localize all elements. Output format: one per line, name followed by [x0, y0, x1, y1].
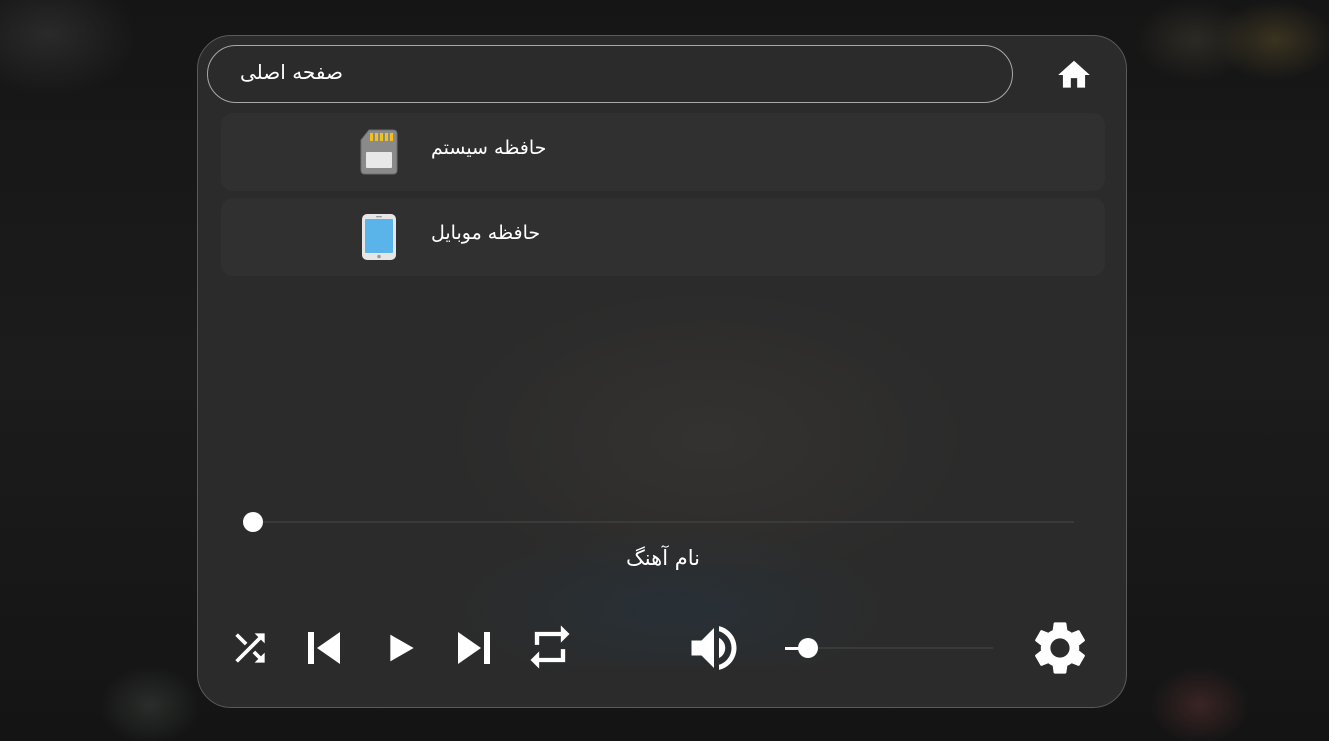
settings-icon[interactable]	[1028, 616, 1092, 680]
play-icon[interactable]	[382, 628, 422, 668]
path-label: صفحه اصلی	[240, 60, 343, 84]
panel-background-glow	[358, 286, 1058, 666]
next-icon[interactable]	[450, 624, 498, 672]
shuffle-icon[interactable]	[228, 626, 272, 670]
list-item-label: حافظه سیستم	[431, 137, 547, 159]
file-browser-player-panel: صفحه اصلی حافظه سیستم حافظه موبایل نام آ…	[197, 35, 1127, 708]
sd-card-icon	[360, 129, 398, 175]
seek-bar-thumb[interactable]	[243, 512, 263, 532]
seek-bar-track[interactable]	[254, 521, 1074, 523]
home-icon[interactable]	[1055, 56, 1093, 94]
list-item-label: حافظه موبایل	[431, 222, 541, 244]
repeat-icon[interactable]	[524, 621, 576, 673]
mobile-phone-icon	[362, 214, 396, 260]
list-item-system-storage[interactable]: حافظه سیستم	[221, 113, 1105, 191]
volume-slider-thumb[interactable]	[798, 638, 818, 658]
previous-icon[interactable]	[300, 624, 348, 672]
volume-icon[interactable]	[684, 618, 744, 678]
path-bar[interactable]: صفحه اصلی	[207, 45, 1013, 103]
song-title: نام آهنگ	[626, 546, 700, 570]
list-item-mobile-storage[interactable]: حافظه موبایل	[221, 198, 1105, 276]
